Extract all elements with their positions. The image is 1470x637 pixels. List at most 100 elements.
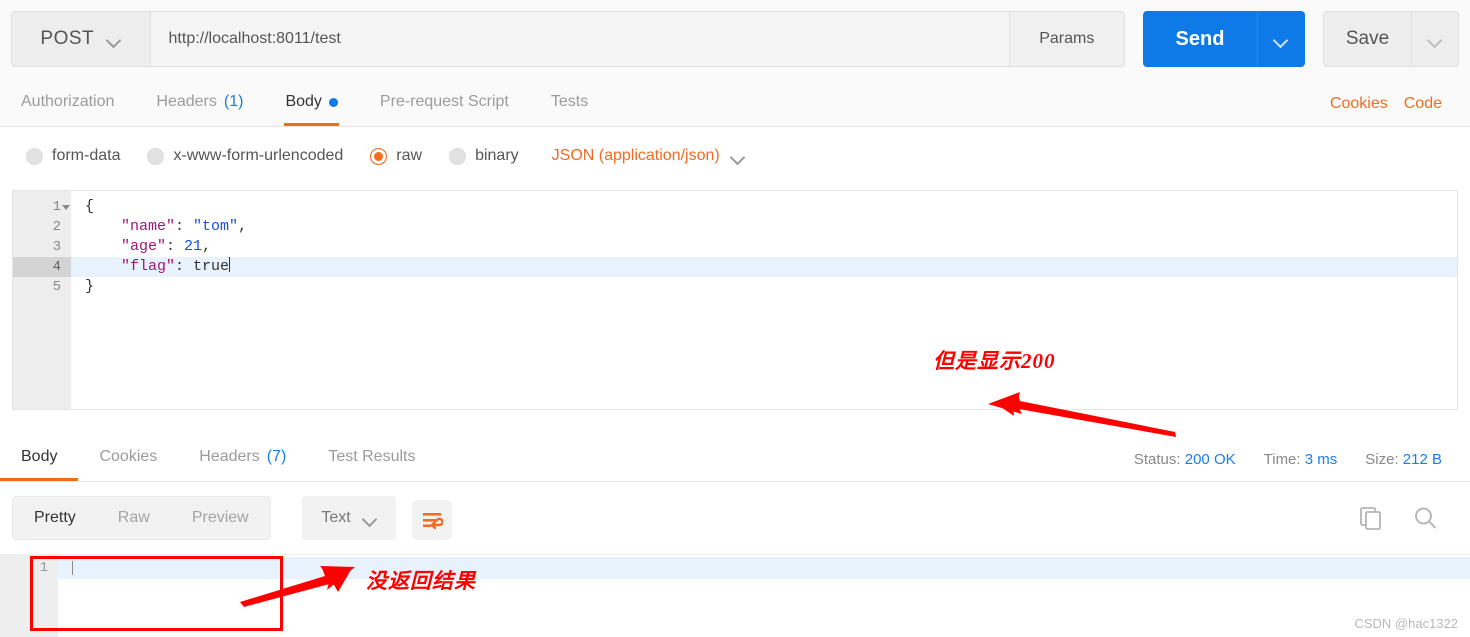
params-button[interactable]: Params bbox=[1009, 11, 1125, 67]
radio-icon bbox=[449, 147, 467, 165]
code-token-colon: : bbox=[166, 238, 185, 255]
line-number: 1 bbox=[13, 197, 71, 217]
code-line: "name": "tom", bbox=[71, 217, 1457, 237]
request-url-bar: POST http://localhost:8011/test Params S… bbox=[0, 0, 1470, 78]
response-code-area[interactable] bbox=[58, 555, 1470, 637]
chevron-down-icon bbox=[364, 514, 377, 522]
radio-selected-icon bbox=[370, 147, 388, 165]
body-type-raw[interactable]: raw bbox=[370, 147, 422, 165]
code-link[interactable]: Code bbox=[1404, 95, 1442, 113]
code-token-key: "flag" bbox=[121, 258, 176, 275]
url-input[interactable]: http://localhost:8011/test bbox=[149, 11, 1010, 67]
tab-label: Headers bbox=[156, 93, 217, 110]
text-cursor bbox=[229, 257, 231, 272]
response-toolbar: Pretty Raw Preview Text bbox=[0, 482, 1470, 554]
annotation-note-empty-body: 没返回结果 bbox=[366, 569, 476, 593]
radio-label: binary bbox=[475, 147, 519, 164]
code-token-brace: { bbox=[85, 198, 95, 215]
chevron-down-icon bbox=[1275, 35, 1288, 43]
code-token-string: "tom" bbox=[193, 218, 239, 235]
code-token-comma: , bbox=[238, 218, 248, 235]
search-icon bbox=[1415, 507, 1436, 529]
response-tab-test-results[interactable]: Test Results bbox=[307, 433, 436, 481]
response-line-current bbox=[58, 557, 1470, 579]
request-body-editor[interactable]: 1 2 3 4 5 { "name": "tom", "age": 21, "f… bbox=[12, 190, 1458, 410]
line-number: 3 bbox=[52, 239, 61, 255]
view-mode-preview[interactable]: Preview bbox=[171, 496, 270, 540]
response-format-dropdown[interactable]: Text bbox=[302, 496, 396, 540]
postman-window: POST http://localhost:8011/test Params S… bbox=[0, 0, 1470, 637]
chevron-down-icon bbox=[732, 152, 745, 160]
tab-tests[interactable]: Tests bbox=[530, 78, 609, 126]
view-mode-pretty[interactable]: Pretty bbox=[13, 496, 97, 540]
chevron-down-icon bbox=[1429, 35, 1442, 43]
radio-label: form-data bbox=[52, 147, 121, 164]
send-button-group: Send bbox=[1143, 11, 1305, 67]
save-button-group: Save bbox=[1323, 11, 1459, 67]
body-type-urlencoded[interactable]: x-www-form-urlencoded bbox=[147, 147, 343, 165]
code-token-comma: , bbox=[202, 238, 212, 255]
request-tab-actions: Cookies Code bbox=[1330, 95, 1442, 113]
body-type-selector: form-data x-www-form-urlencoded raw bina… bbox=[0, 127, 1470, 185]
text-cursor bbox=[72, 561, 73, 575]
response-tab-headers[interactable]: Headers (7) bbox=[178, 433, 307, 481]
tab-authorization[interactable]: Authorization bbox=[0, 78, 135, 126]
radio-label: x-www-form-urlencoded bbox=[173, 147, 344, 164]
editor-gutter: 1 2 3 4 5 bbox=[13, 191, 71, 409]
code-line: { bbox=[71, 197, 1457, 217]
body-type-binary[interactable]: binary bbox=[449, 147, 519, 165]
annotation-note-status: 但是显示200 bbox=[933, 349, 1056, 373]
code-token-key: "name" bbox=[121, 218, 176, 235]
save-options-button[interactable] bbox=[1411, 11, 1459, 67]
code-token-colon: : bbox=[175, 258, 194, 275]
code-token-brace: } bbox=[85, 278, 95, 295]
send-button[interactable]: Send bbox=[1143, 11, 1257, 67]
size-label: Size: bbox=[1365, 451, 1399, 468]
word-wrap-icon bbox=[423, 513, 443, 530]
tab-label: Pre-request Script bbox=[379, 93, 509, 110]
tab-label: Body bbox=[21, 448, 58, 465]
tab-body[interactable]: Body bbox=[264, 78, 358, 126]
search-button[interactable] bbox=[1412, 505, 1440, 533]
size-value: 212 B bbox=[1402, 451, 1442, 468]
line-number: 5 bbox=[52, 279, 61, 295]
status-value: 200 OK bbox=[1184, 451, 1236, 468]
request-tab-bar: Authorization Headers (1) Body Pre-reque… bbox=[0, 78, 1470, 127]
tab-pre-request-script[interactable]: Pre-request Script bbox=[359, 78, 530, 126]
word-wrap-button[interactable] bbox=[412, 500, 452, 540]
save-button[interactable]: Save bbox=[1323, 11, 1411, 67]
content-type-dropdown[interactable]: JSON (application/json) bbox=[552, 147, 745, 165]
send-options-button[interactable] bbox=[1257, 11, 1305, 67]
radio-label: raw bbox=[396, 147, 423, 164]
watermark: CSDN @hac1322 bbox=[1354, 616, 1458, 631]
code-token-boolean: true bbox=[193, 258, 230, 275]
code-line: } bbox=[71, 277, 1457, 297]
body-modified-dot-icon bbox=[328, 97, 338, 107]
tab-label: Authorization bbox=[21, 93, 115, 110]
http-method-label: POST bbox=[40, 28, 95, 49]
tab-headers[interactable]: Headers (1) bbox=[135, 78, 264, 126]
cookies-link[interactable]: Cookies bbox=[1330, 95, 1388, 113]
headers-count-badge: (1) bbox=[223, 93, 244, 110]
code-token-colon: : bbox=[175, 218, 194, 235]
response-actions bbox=[1358, 505, 1440, 533]
tab-label: Headers bbox=[199, 448, 260, 465]
tab-label: Cookies bbox=[99, 448, 158, 465]
code-line-current: "flag": true bbox=[71, 257, 1457, 277]
http-method-dropdown[interactable]: POST bbox=[11, 11, 150, 67]
copy-icon bbox=[1360, 507, 1381, 530]
radio-icon bbox=[147, 147, 165, 165]
time-badge: Time: 3 ms bbox=[1264, 451, 1338, 468]
status-label: Status: bbox=[1133, 451, 1181, 468]
line-number: 1 bbox=[39, 560, 48, 576]
line-number: 2 bbox=[52, 219, 61, 235]
view-mode-raw[interactable]: Raw bbox=[97, 496, 171, 540]
chevron-down-icon bbox=[108, 35, 121, 43]
response-format-label: Text bbox=[321, 509, 351, 526]
editor-code-area[interactable]: { "name": "tom", "age": 21, "flag": true… bbox=[71, 191, 1457, 409]
response-body-viewer[interactable]: 1 bbox=[0, 554, 1470, 637]
body-type-form-data[interactable]: form-data bbox=[26, 147, 120, 165]
response-tab-cookies[interactable]: Cookies bbox=[78, 433, 178, 481]
copy-button[interactable] bbox=[1358, 505, 1386, 533]
response-tab-body[interactable]: Body bbox=[0, 433, 79, 481]
